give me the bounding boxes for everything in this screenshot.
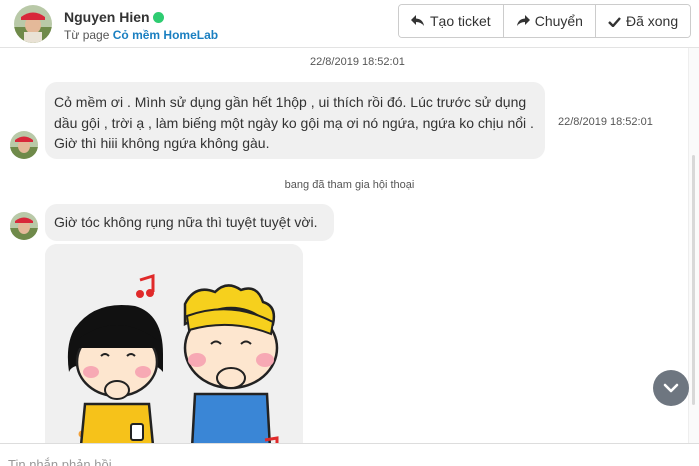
create-ticket-button[interactable]: Tạo ticket [399, 5, 504, 37]
scroll-to-bottom-button[interactable] [653, 370, 689, 406]
reply-icon [411, 15, 424, 26]
customer-avatar[interactable] [10, 212, 38, 240]
done-button[interactable]: Đã xong [595, 5, 691, 37]
check-icon [608, 16, 621, 27]
date-separator: 22/8/2019 18:52:01 [310, 56, 405, 68]
reply-composer [0, 443, 699, 466]
reply-input[interactable] [8, 454, 668, 466]
message-time: 22/8/2019 18:52:01 [558, 116, 653, 128]
system-message: bang đã tham gia hội thoại [284, 179, 415, 191]
chat-header: Nguyen Hien Từ page Cỏ mềm HomeLab Tạo t… [0, 0, 699, 48]
page-prefix: Từ page [64, 28, 110, 42]
sticker-image[interactable] [45, 244, 303, 466]
contact-avatar[interactable] [14, 5, 52, 43]
transfer-button[interactable]: Chuyển [503, 5, 596, 37]
scrollbar-thumb[interactable] [692, 155, 695, 405]
contact-name: Nguyen Hien [64, 9, 150, 25]
online-status-indicator [153, 12, 164, 23]
message-bubble: Cỏ mềm ơi . Mình sử dụng gần hết 1hộp , … [45, 82, 545, 159]
chevron-down-icon [663, 383, 679, 393]
customer-avatar[interactable] [10, 131, 38, 159]
page-name-link[interactable]: Cỏ mềm HomeLab [113, 28, 218, 42]
create-ticket-label: Tạo ticket [430, 13, 491, 29]
message-bubble: Giờ tóc không rụng nữa thì tuyệt tuyệt v… [45, 204, 334, 241]
action-button-group: Tạo ticket Chuyển Đã xong [398, 4, 692, 38]
page-source: Từ page Cỏ mềm HomeLab [64, 28, 218, 42]
transfer-label: Chuyển [534, 13, 583, 29]
share-icon [516, 15, 530, 26]
done-label: Đã xong [625, 13, 679, 29]
